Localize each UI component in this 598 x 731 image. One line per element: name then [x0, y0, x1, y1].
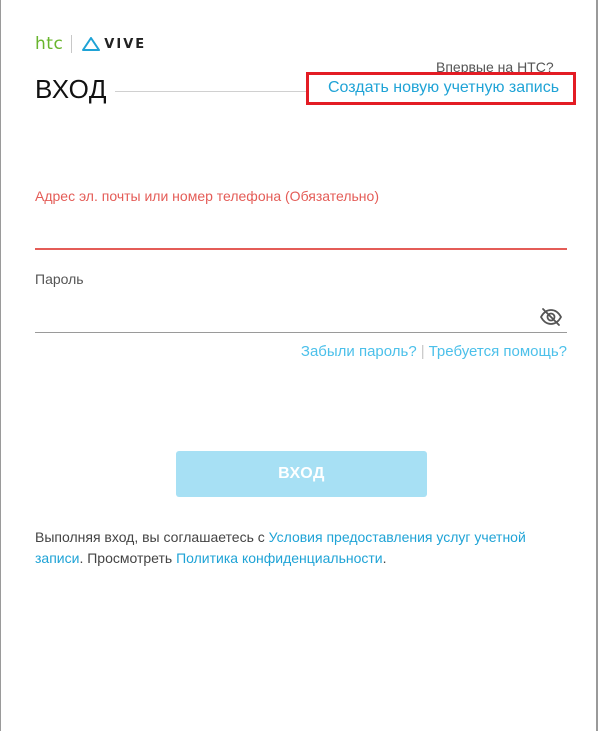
vive-logo: VIVE [82, 37, 146, 52]
password-underline [35, 332, 567, 333]
vive-logo-text: VIVE [104, 36, 147, 52]
terms-notice: Выполняя вход, вы соглашаетесь с Условия… [35, 527, 555, 569]
htc-logo-text: htc [35, 34, 64, 54]
password-field[interactable] [35, 298, 535, 331]
password-field-label: Пароль [35, 271, 84, 287]
help-separator: | [420, 343, 425, 360]
window-left-border [0, 0, 1, 731]
need-help-link[interactable]: Требуется помощь? [429, 343, 567, 360]
email-field-label: Адрес эл. почты или номер телефона (Обяз… [35, 188, 379, 204]
page-title: ВХОД [35, 74, 107, 104]
logo-divider [71, 35, 73, 53]
forgot-password-link[interactable]: Забыли пароль? [301, 343, 417, 360]
email-field[interactable] [35, 212, 567, 250]
vive-logo-icon [82, 37, 101, 51]
terms-middle-text: . Просмотреть [79, 550, 177, 566]
brand-logo: htc VIVE [35, 34, 146, 54]
title-divider [115, 91, 315, 92]
terms-suffix-text: . [382, 550, 387, 566]
privacy-policy-link[interactable]: Политика конфиденциальности [176, 550, 383, 566]
login-button[interactable]: ВХОД [176, 451, 427, 497]
eye-slash-icon[interactable] [539, 307, 563, 327]
create-account-link[interactable]: Создать новую учетную запись [328, 79, 559, 97]
help-links: Забыли пароль? | Требуется помощь? [301, 343, 567, 360]
terms-prefix-text: Выполняя вход, вы соглашаетесь с [35, 529, 269, 545]
